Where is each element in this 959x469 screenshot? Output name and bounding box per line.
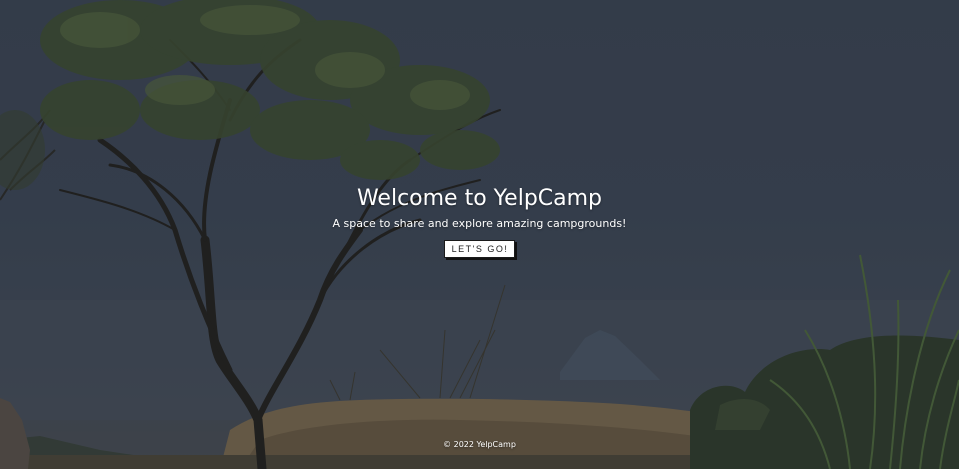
hero-section: Welcome to YelpCamp A space to share and… xyxy=(0,0,959,469)
hero-subtitle: A space to share and explore amazing cam… xyxy=(332,217,627,230)
hero-content: Welcome to YelpCamp A space to share and… xyxy=(0,186,959,258)
footer-copyright: © 2022 YelpCamp xyxy=(443,440,516,449)
hero-title: Welcome to YelpCamp xyxy=(356,186,603,211)
lets-go-button[interactable]: LET'S GO! xyxy=(443,240,516,258)
